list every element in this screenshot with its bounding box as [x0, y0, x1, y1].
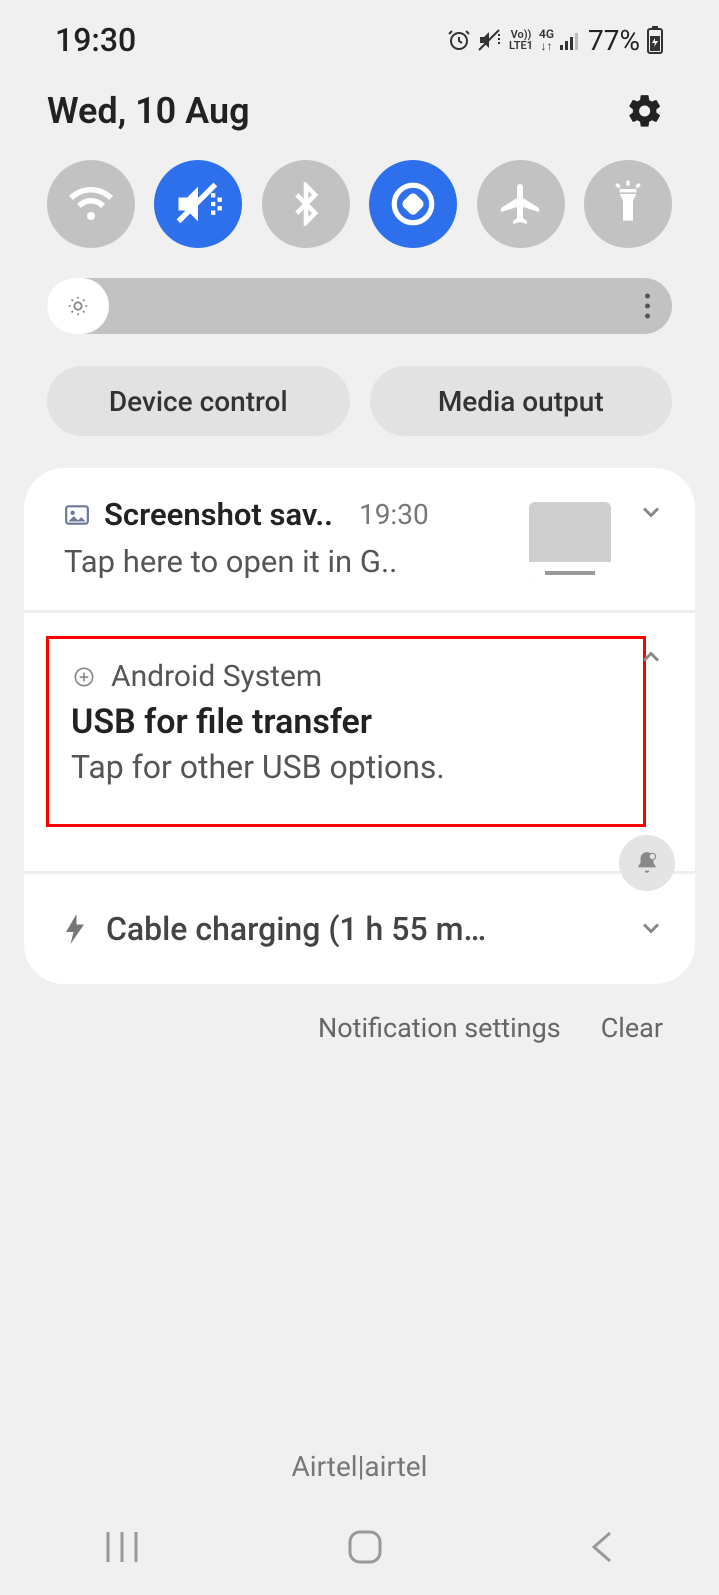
notification-title: Cable charging (1 h 55 m…: [106, 910, 486, 948]
carrier-label: Airtel|airtel: [0, 1450, 719, 1483]
autorotate-toggle[interactable]: [369, 160, 457, 248]
android-system-icon: [71, 664, 97, 690]
notification-settings-link[interactable]: Notification settings: [318, 1012, 561, 1044]
sound-toggle[interactable]: [154, 160, 242, 248]
media-output-button[interactable]: Media output: [370, 366, 673, 436]
recents-button[interactable]: [102, 1530, 142, 1564]
flashlight-icon: [608, 180, 648, 228]
notification-screenshot[interactable]: Screenshot sav.. 19:30 Tap here to open …: [24, 468, 695, 613]
wifi-toggle[interactable]: [47, 160, 135, 248]
highlight-box: Android System USB for file transfer Tap…: [46, 636, 646, 827]
vibrate-icon: [172, 178, 224, 230]
device-control-button[interactable]: Device control: [47, 366, 350, 436]
panel-header: Wed, 10 Aug: [0, 70, 719, 142]
navigation-bar: [0, 1499, 719, 1595]
image-icon: [64, 502, 90, 528]
signal-icon: [560, 30, 582, 50]
autorotate-icon: [388, 179, 438, 229]
airplane-icon: [497, 180, 545, 228]
notification-title: USB for file transfer: [71, 702, 621, 742]
wifi-icon: [67, 180, 115, 228]
notification-time: 19:30: [359, 498, 429, 531]
notification-app-name: Android System: [111, 659, 322, 694]
home-button[interactable]: [345, 1527, 385, 1567]
quick-settings-row: [0, 142, 719, 258]
chip-row: Device control Media output: [0, 344, 719, 446]
chevron-down-icon[interactable]: [637, 914, 665, 942]
footer-links: Notification settings Clear: [0, 984, 719, 1044]
data-arrows-icon: ↓↑: [539, 40, 554, 52]
notification-charging[interactable]: Cable charging (1 h 55 m…: [24, 874, 695, 984]
clear-button[interactable]: Clear: [601, 1012, 663, 1044]
sun-icon: [67, 295, 89, 317]
screenshot-thumbnail[interactable]: [529, 502, 611, 584]
brightness-more-icon[interactable]: [645, 294, 650, 319]
back-button[interactable]: [588, 1527, 618, 1567]
brightness-thumb[interactable]: [47, 278, 109, 334]
flashlight-toggle[interactable]: [584, 160, 672, 248]
date-label: Wed, 10 Aug: [47, 90, 250, 132]
alarm-icon: [447, 28, 471, 52]
gear-icon[interactable]: [626, 92, 664, 130]
battery-percentage: 77%: [588, 24, 640, 57]
notification-group: Screenshot sav.. 19:30 Tap here to open …: [24, 468, 695, 984]
chevron-down-icon[interactable]: [637, 498, 665, 526]
brightness-slider-container: [0, 258, 719, 344]
notification-title: Screenshot sav..: [104, 496, 333, 533]
notification-body: Tap for other USB options.: [71, 748, 621, 786]
status-time: 19:30: [55, 21, 136, 59]
lte-label: LTE1: [509, 40, 533, 51]
brightness-slider[interactable]: [47, 278, 672, 334]
notification-usb[interactable]: Android System USB for file transfer Tap…: [24, 613, 695, 874]
status-bar: 19:30 Vo)) LTE1 4G ↓↑ 77%: [0, 0, 719, 70]
battery-charging-icon: [646, 26, 664, 54]
bell-icon: [634, 850, 660, 876]
bolt-icon: [64, 914, 86, 944]
vibrate-mute-icon: [477, 28, 503, 52]
status-icons: Vo)) LTE1 4G ↓↑ 77%: [447, 24, 664, 57]
bluetooth-toggle[interactable]: [262, 160, 350, 248]
chevron-up-icon[interactable]: [637, 643, 665, 671]
airplane-toggle[interactable]: [477, 160, 565, 248]
bluetooth-icon: [284, 182, 328, 226]
